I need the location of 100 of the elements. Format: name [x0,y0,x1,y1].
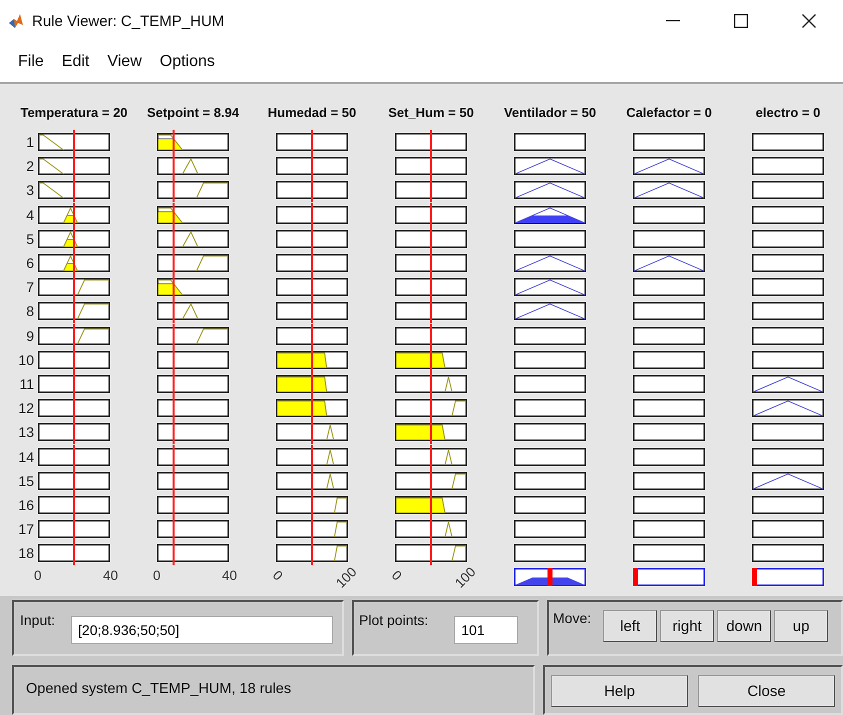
membership-plot[interactable] [752,374,824,393]
value-line-segment[interactable] [172,202,175,227]
membership-plot[interactable] [633,302,705,320]
membership-plot[interactable] [276,254,348,272]
membership-plot[interactable] [395,181,467,200]
membership-plot[interactable] [752,206,824,224]
membership-plot[interactable] [752,496,824,514]
value-line-segment[interactable] [172,324,175,348]
output-value-marker[interactable] [548,568,552,586]
membership-plot[interactable] [38,230,110,248]
membership-plot[interactable] [633,520,705,538]
membership-plot[interactable] [514,520,586,538]
membership-plot[interactable] [633,133,705,152]
membership-plot[interactable] [514,254,586,272]
membership-plot[interactable] [395,374,467,393]
membership-plot[interactable] [395,520,467,538]
move-button[interactable]: down [717,610,772,642]
membership-plot[interactable] [276,544,348,562]
membership-plot[interactable] [633,544,705,562]
menu-item[interactable]: View [98,50,151,73]
membership-plot[interactable] [38,350,110,369]
membership-plot[interactable] [276,278,348,296]
membership-plot[interactable] [38,374,110,393]
membership-plot[interactable] [395,254,467,272]
membership-plot[interactable] [395,496,467,514]
value-line-segment[interactable] [172,178,175,203]
membership-plot[interactable] [276,157,348,176]
membership-plot[interactable] [514,423,586,442]
move-button[interactable]: right [660,610,714,642]
membership-plot[interactable] [38,181,110,200]
membership-plot[interactable] [633,157,705,176]
membership-plot[interactable] [514,496,586,514]
membership-plot[interactable] [633,206,705,224]
membership-plot[interactable] [395,544,467,562]
membership-plot[interactable] [395,399,467,418]
menu-item[interactable]: Options [150,50,224,73]
membership-plot[interactable] [395,350,467,369]
value-line-segment[interactable] [172,154,175,178]
membership-plot[interactable] [752,278,824,296]
value-line-segment[interactable] [172,250,175,276]
membership-plot[interactable] [276,496,348,514]
membership-plot[interactable] [395,157,467,176]
move-button[interactable]: up [774,610,828,642]
membership-plot[interactable] [38,254,110,272]
membership-plot[interactable] [395,472,467,490]
membership-plot[interactable] [38,423,110,442]
membership-plot[interactable] [633,399,705,418]
membership-plot[interactable] [276,326,348,345]
membership-plot[interactable] [38,472,110,490]
membership-plot[interactable] [514,230,586,248]
membership-plot[interactable] [514,206,586,224]
value-line-segment[interactable] [172,372,175,396]
value-line-segment[interactable] [172,348,175,372]
membership-plot[interactable] [752,544,824,562]
membership-plot[interactable] [276,472,348,490]
membership-plot[interactable] [752,230,824,248]
membership-plot[interactable] [752,302,824,320]
value-line-segment[interactable] [172,468,175,493]
membership-plot[interactable] [752,448,824,466]
membership-plot[interactable] [514,374,586,393]
membership-plot[interactable] [38,302,110,320]
membership-plot[interactable] [38,157,110,176]
output-value-marker[interactable] [752,568,757,586]
output-value-marker[interactable] [633,568,638,586]
membership-plot[interactable] [752,133,824,152]
membership-plot[interactable] [514,157,586,176]
membership-plot[interactable] [38,448,110,466]
membership-plot[interactable] [276,374,348,393]
membership-plot[interactable] [395,448,467,466]
membership-plot[interactable] [514,133,586,152]
membership-plot[interactable] [633,448,705,466]
membership-plot[interactable] [752,399,824,418]
membership-plot[interactable] [514,544,586,562]
value-line-segment[interactable] [172,517,175,542]
membership-plot[interactable] [276,181,348,200]
membership-plot[interactable] [38,278,110,296]
menu-item[interactable]: File [9,50,53,73]
membership-plot[interactable] [633,326,705,345]
membership-plot[interactable] [276,350,348,369]
membership-plot[interactable] [276,423,348,442]
membership-plot[interactable] [752,423,824,442]
membership-plot[interactable] [395,230,467,248]
membership-plot[interactable] [514,302,586,320]
membership-plot[interactable] [633,374,705,393]
move-button[interactable]: left [603,610,658,642]
membership-plot[interactable] [514,278,586,296]
value-line-segment[interactable] [172,444,175,469]
membership-plot[interactable] [633,472,705,490]
membership-plot[interactable] [276,206,348,224]
membership-plot[interactable] [752,350,824,369]
membership-plot[interactable] [752,520,824,538]
dialog-button[interactable]: Close [698,675,835,707]
membership-plot[interactable] [395,206,467,224]
membership-plot[interactable] [633,254,705,272]
membership-plot[interactable] [514,472,586,490]
plot-points-field[interactable]: 101 [454,616,518,644]
membership-plot[interactable] [38,520,110,538]
value-line-segment[interactable] [172,541,175,566]
membership-plot[interactable] [752,326,824,345]
membership-plot[interactable] [633,278,705,296]
